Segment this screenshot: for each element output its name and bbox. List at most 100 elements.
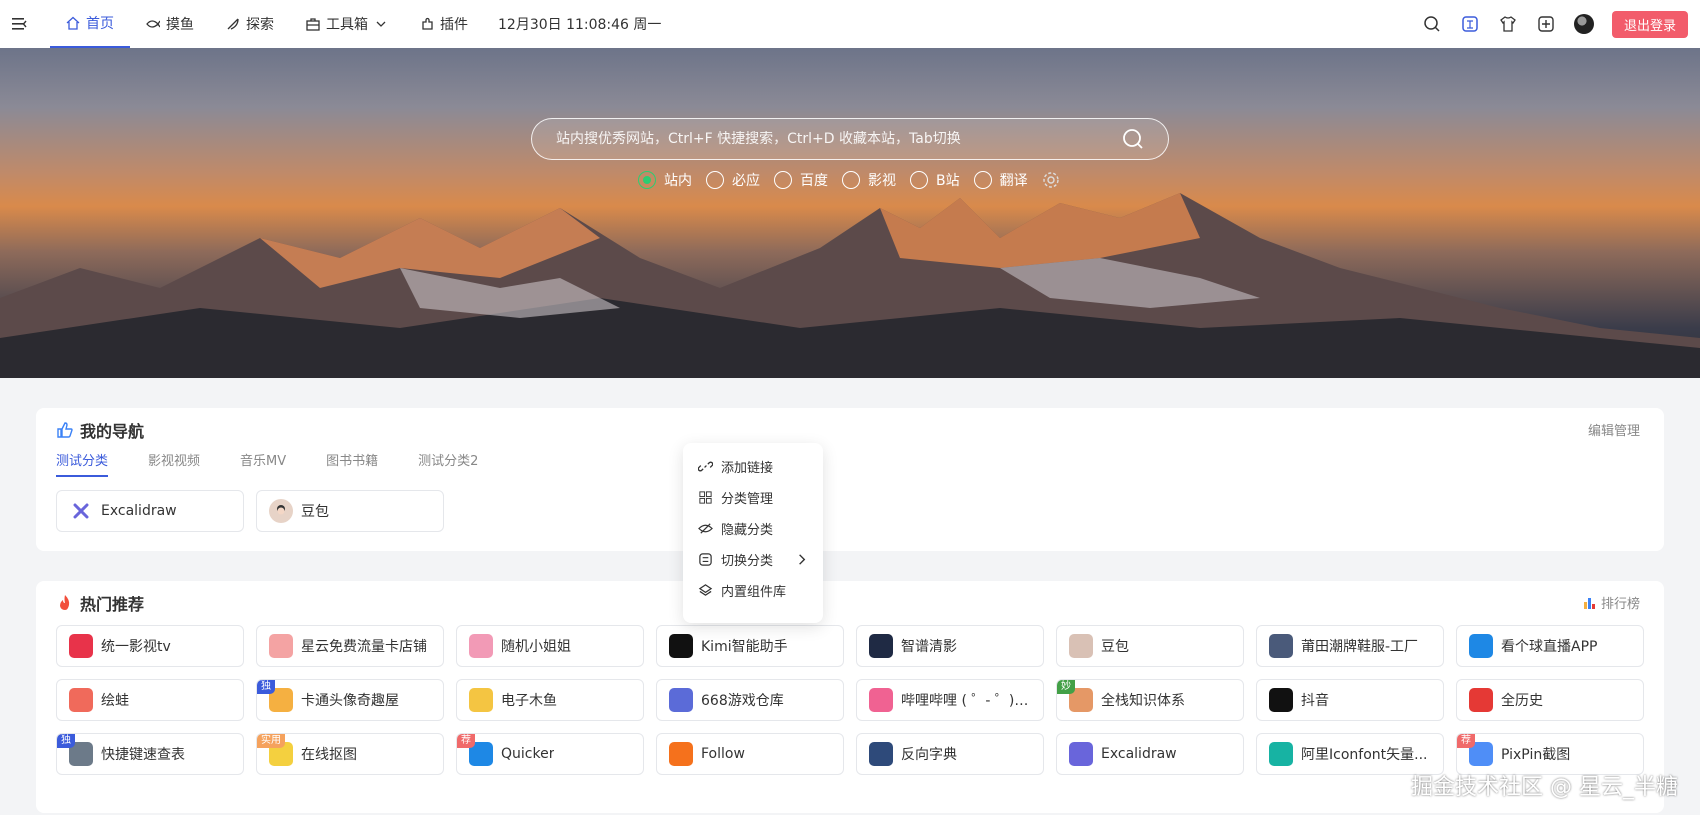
- link-label: Excalidraw: [101, 503, 177, 519]
- category-tab[interactable]: 影视视频: [148, 450, 200, 477]
- search-icon[interactable]: [1422, 14, 1442, 34]
- radio-button[interactable]: [638, 171, 656, 189]
- search-engine-option[interactable]: 站内: [638, 170, 692, 190]
- category-tab[interactable]: 音乐MV: [240, 450, 286, 477]
- hot-link-label: Kimi智能助手: [701, 639, 788, 655]
- nav-item-label: 工具箱: [326, 17, 368, 33]
- search-engine-label: 翻译: [999, 173, 1028, 189]
- ctx-category-manage[interactable]: 分类管理: [683, 482, 823, 513]
- fish-icon: [146, 17, 160, 31]
- search-engine-option[interactable]: 百度: [774, 170, 828, 190]
- link-card-doubao[interactable]: 豆包: [256, 490, 444, 532]
- link-card-excalidraw[interactable]: Excalidraw: [56, 490, 244, 532]
- hot-link-card[interactable]: Kimi智能助手: [656, 625, 844, 667]
- add-icon[interactable]: [1536, 14, 1556, 34]
- search-engine-option[interactable]: 影视: [842, 170, 896, 190]
- search-engine-label: 影视: [868, 173, 896, 189]
- hot-link-card[interactable]: 全历史: [1456, 679, 1644, 721]
- search-engine-option[interactable]: B站: [910, 170, 960, 190]
- search-submit-icon[interactable]: [1122, 128, 1144, 150]
- site-favicon-icon: [1469, 688, 1493, 712]
- doubao-icon: [269, 499, 293, 523]
- hot-link-card[interactable]: 随机小姐姐: [456, 625, 644, 667]
- radio-button[interactable]: [706, 171, 724, 189]
- site-favicon-icon: [669, 634, 693, 658]
- hot-link-label: 电子木鱼: [501, 693, 557, 709]
- switch-icon: [699, 553, 712, 566]
- nav-item-3[interactable]: 工具箱: [290, 0, 404, 48]
- shirt-icon[interactable]: [1498, 14, 1518, 34]
- link-icon: [698, 461, 713, 472]
- ranking-link[interactable]: 排行榜: [1583, 593, 1640, 612]
- radio-button[interactable]: [774, 171, 792, 189]
- hot-link-label: 全栈知识体系: [1101, 693, 1185, 709]
- hot-link-label: Excalidraw: [1101, 746, 1177, 762]
- chevron-right-icon: [799, 554, 806, 565]
- radio-button[interactable]: [842, 171, 860, 189]
- nav-item-label: 首页: [86, 16, 114, 32]
- hot-link-card[interactable]: 668游戏仓库: [656, 679, 844, 721]
- ctx-add-link[interactable]: 添加链接: [683, 451, 823, 482]
- ctx-switch-category[interactable]: 切换分类: [683, 544, 823, 575]
- hot-link-card[interactable]: 电子木鱼: [456, 679, 644, 721]
- hot-link-card[interactable]: 看个球直播APP: [1456, 625, 1644, 667]
- hot-link-card[interactable]: 抖音: [1256, 679, 1444, 721]
- hot-link-label: 豆包: [1101, 639, 1129, 655]
- category-tab[interactable]: 测试分类2: [418, 450, 478, 477]
- eye-off-icon: [698, 523, 713, 534]
- hot-link-card[interactable]: 反向字典: [856, 733, 1044, 775]
- search-engine-label: 必应: [732, 173, 760, 189]
- hot-title: 热门推荐: [56, 591, 144, 615]
- site-favicon-icon: [669, 688, 693, 712]
- hot-link-card[interactable]: 智谱清影: [856, 625, 1044, 667]
- menu-toggle-icon[interactable]: [0, 0, 40, 48]
- settings-gear-icon[interactable]: [1042, 171, 1060, 189]
- radio-button[interactable]: [973, 171, 992, 189]
- hot-link-label: 全历史: [1501, 693, 1543, 709]
- hot-link-label: 看个球直播APP: [1501, 639, 1598, 655]
- site-favicon-icon: [669, 742, 693, 766]
- hot-link-card[interactable]: 哔哩哔哩 ( ゜- ゜)つ...: [856, 679, 1044, 721]
- translate-icon[interactable]: [1460, 14, 1480, 34]
- nav-item-label: 探索: [246, 17, 274, 33]
- my-nav-card: 我的导航 编辑管理 测试分类 影视视频 音乐MV 图书书籍 测试分类2 Excalidr…: [36, 408, 1664, 551]
- watermark: 掘金技术社区 @ 星云_半糖: [1411, 775, 1678, 800]
- chevron-down-icon: [374, 17, 388, 31]
- hot-link-label: 快捷键速查表: [101, 747, 185, 763]
- edit-manage-link[interactable]: 编辑管理: [1588, 420, 1640, 439]
- hot-link-label: 阿里Iconfont矢量...: [1301, 747, 1428, 763]
- my-nav-title: 我的导航: [56, 418, 144, 442]
- search-engine-option[interactable]: 必应: [706, 170, 760, 190]
- category-tab[interactable]: 测试分类: [56, 450, 109, 477]
- hot-link-card[interactable]: Quicker 荐: [456, 733, 644, 775]
- components-icon: [698, 584, 713, 596]
- category-tab[interactable]: 图书书籍: [326, 450, 378, 477]
- hot-link-card[interactable]: 快捷键速查表 独: [56, 733, 244, 775]
- nav-item-2[interactable]: 探索: [210, 0, 290, 48]
- search-engine-label: B站: [936, 173, 960, 189]
- site-favicon-icon: [269, 634, 293, 658]
- hot-link-card[interactable]: 豆包: [1056, 625, 1244, 667]
- nav-item-0[interactable]: 首页: [50, 0, 130, 48]
- ctx-component-library[interactable]: 内置组件库: [683, 575, 823, 606]
- hot-link-card[interactable]: 卡通头像奇趣屋 独: [256, 679, 444, 721]
- hot-link-card[interactable]: 统一影视tv: [56, 625, 244, 667]
- hot-link-card[interactable]: 全栈知识体系 妙: [1056, 679, 1244, 721]
- hot-link-card[interactable]: Follow: [656, 733, 844, 775]
- search-engine-option[interactable]: 翻译: [973, 170, 1028, 190]
- search-box[interactable]: [531, 118, 1169, 160]
- hot-link-card[interactable]: 绘蛙: [56, 679, 244, 721]
- hot-link-card[interactable]: 莆田潮牌鞋服-工厂: [1256, 625, 1444, 667]
- tag-badge: 荐: [1457, 734, 1475, 748]
- ctx-hide-category[interactable]: 隐藏分类: [683, 513, 823, 544]
- search-engine-label: 百度: [800, 173, 828, 189]
- nav-item-4[interactable]: 插件: [404, 0, 484, 48]
- nav-item-1[interactable]: 摸鱼: [130, 0, 210, 48]
- radio-button[interactable]: [910, 171, 928, 189]
- hot-link-card[interactable]: 星云免费流量卡店铺: [256, 625, 444, 667]
- hot-link-card[interactable]: Excalidraw: [1056, 733, 1244, 775]
- search-input[interactable]: [556, 131, 1122, 147]
- logout-button[interactable]: 退出登录: [1611, 10, 1688, 38]
- hot-link-card[interactable]: 在线抠图 实用: [256, 733, 444, 775]
- user-avatar[interactable]: [1573, 14, 1594, 34]
